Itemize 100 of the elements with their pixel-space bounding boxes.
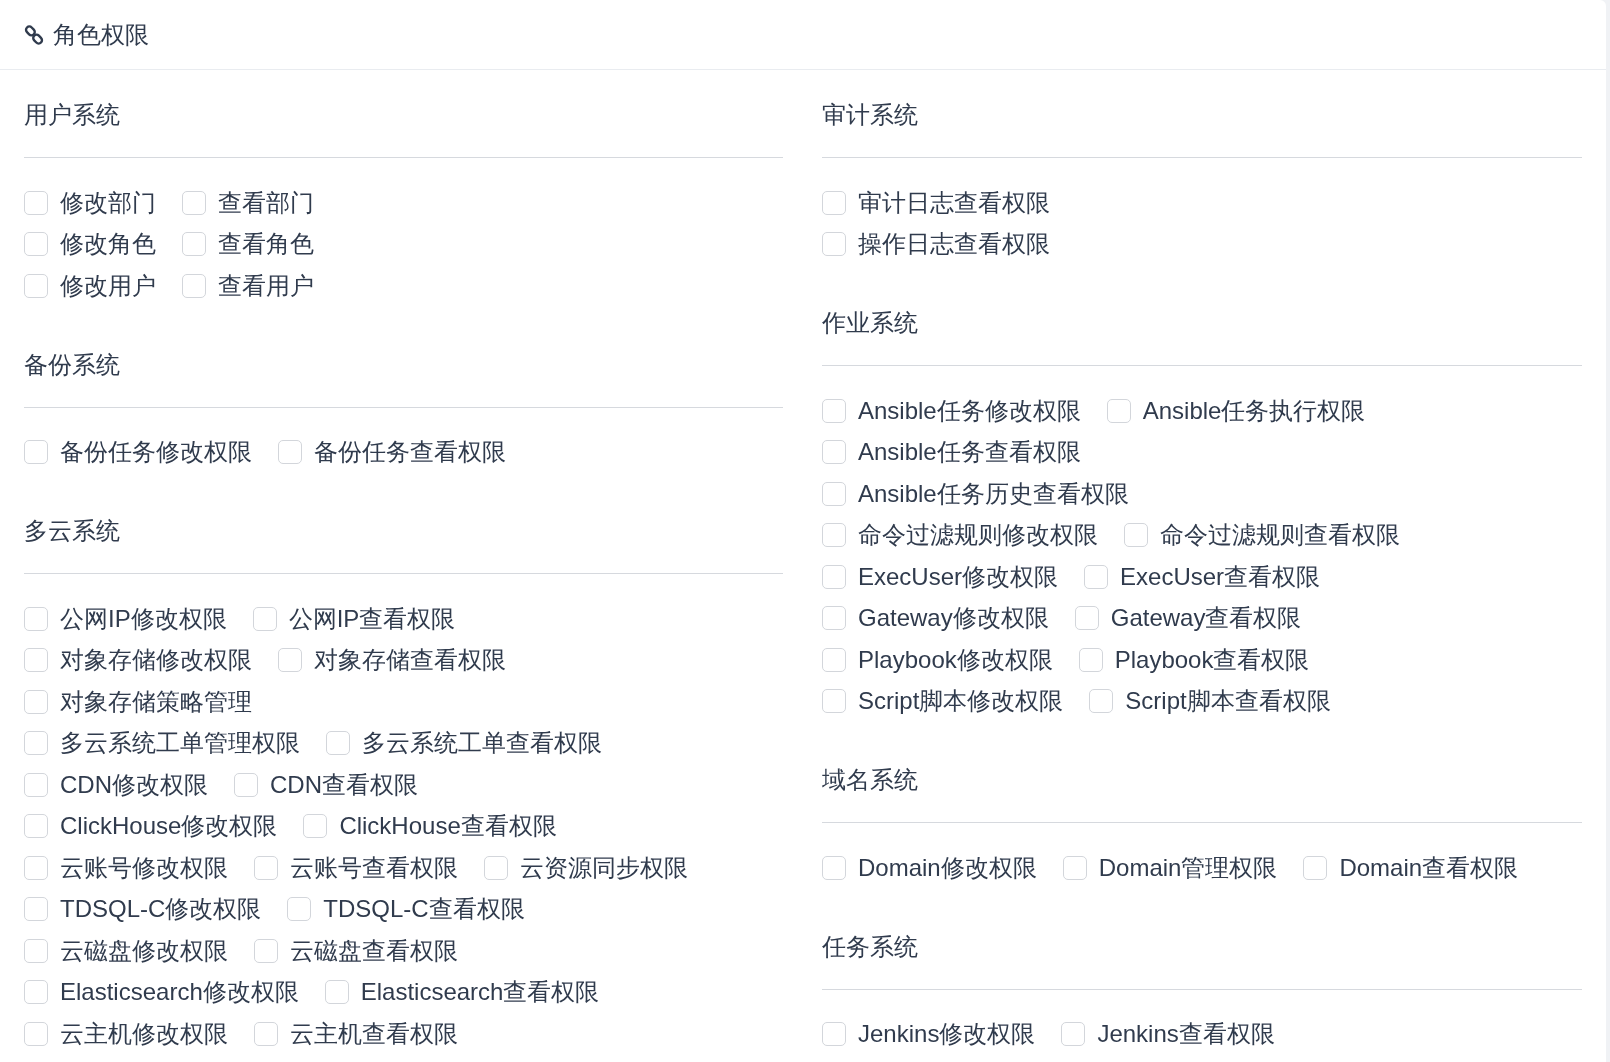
checkbox[interactable] <box>303 814 328 839</box>
checkbox[interactable] <box>24 689 48 714</box>
checkbox[interactable] <box>1062 855 1087 880</box>
permission-label[interactable]: Elasticsearch修改权限 <box>60 976 299 1009</box>
checkbox[interactable] <box>822 564 846 589</box>
permission-label[interactable]: 修改用户 <box>60 269 156 302</box>
permission-label[interactable]: 云账号修改权限 <box>60 851 228 884</box>
permission-label[interactable]: Ansible任务修改权限 <box>858 394 1081 427</box>
permission-label[interactable]: 云主机查看权限 <box>290 1017 458 1050</box>
permission-label[interactable]: 命令过滤规则修改权限 <box>858 519 1098 552</box>
permission-label[interactable]: ClickHouse修改权限 <box>60 810 278 843</box>
checkbox[interactable] <box>24 772 48 797</box>
checkbox[interactable] <box>278 440 302 465</box>
checkbox[interactable] <box>234 772 258 797</box>
permission-label[interactable]: 云资源同步权限 <box>520 851 688 884</box>
permission-label[interactable]: Ansible任务历史查看权限 <box>858 477 1129 510</box>
checkbox[interactable] <box>1078 647 1103 672</box>
permission-label[interactable]: 对象存储策略管理 <box>60 685 252 718</box>
checkbox[interactable] <box>1124 523 1148 548</box>
checkbox[interactable] <box>182 232 206 257</box>
permission-label[interactable]: 审计日志查看权限 <box>858 186 1050 219</box>
checkbox[interactable] <box>822 398 846 423</box>
permission-label[interactable]: Elasticsearch查看权限 <box>360 976 600 1009</box>
checkbox[interactable] <box>182 273 206 298</box>
checkbox[interactable] <box>24 606 48 631</box>
permission-label[interactable]: TDSQL-C查看权限 <box>323 893 525 926</box>
checkbox[interactable] <box>24 938 48 963</box>
checkbox[interactable] <box>1061 1022 1086 1047</box>
permission-label[interactable]: Playbook修改权限 <box>858 643 1053 676</box>
permission-label[interactable]: TDSQL-C修改权限 <box>60 893 262 926</box>
permission-label[interactable]: 云主机修改权限 <box>60 1017 228 1050</box>
checkbox[interactable] <box>1303 855 1328 880</box>
checkbox[interactable] <box>254 1021 278 1046</box>
permission-label[interactable]: 对象存储修改权限 <box>60 644 252 677</box>
checkbox[interactable] <box>1084 564 1109 589</box>
permission-label[interactable]: 多云系统工单查看权限 <box>362 727 602 760</box>
checkbox[interactable] <box>24 731 48 756</box>
permission-label[interactable]: Script脚本查看权限 <box>1125 685 1331 718</box>
permission-label[interactable]: 命令过滤规则查看权限 <box>1160 519 1400 552</box>
checkbox[interactable] <box>24 855 48 880</box>
checkbox[interactable] <box>254 938 278 963</box>
permission-label[interactable]: ClickHouse查看权限 <box>339 810 557 843</box>
permission-label[interactable]: Ansible任务查看权限 <box>858 436 1081 469</box>
permission-label[interactable]: Gateway查看权限 <box>1110 602 1302 635</box>
checkbox[interactable] <box>1106 398 1131 423</box>
permission-label[interactable]: 云账号查看权限 <box>290 851 458 884</box>
checkbox[interactable] <box>326 731 350 756</box>
permission-label[interactable]: 查看用户 <box>218 269 314 302</box>
checkbox[interactable] <box>24 440 48 465</box>
permission-label[interactable]: CDN修改权限 <box>60 768 208 801</box>
checkbox[interactable] <box>24 1021 48 1046</box>
checkbox[interactable] <box>822 523 846 548</box>
checkbox[interactable] <box>278 648 302 673</box>
permission-label[interactable]: 云磁盘修改权限 <box>60 934 228 967</box>
permission-label[interactable]: ExecUser查看权限 <box>1120 560 1321 593</box>
permission-label[interactable]: ExecUser修改权限 <box>858 560 1059 593</box>
permission-label[interactable]: Domain修改权限 <box>858 851 1037 884</box>
permission-label[interactable]: 公网IP修改权限 <box>60 602 227 635</box>
permission-label[interactable]: 云磁盘查看权限 <box>290 934 458 967</box>
checkbox[interactable] <box>822 481 846 506</box>
checkbox[interactable] <box>822 647 846 672</box>
permission-label[interactable]: 备份任务查看权限 <box>314 436 506 469</box>
permission-label[interactable]: 对象存储查看权限 <box>314 644 506 677</box>
checkbox[interactable] <box>24 232 48 257</box>
permission-label[interactable]: 查看部门 <box>218 186 314 219</box>
checkbox[interactable] <box>822 689 846 714</box>
checkbox[interactable] <box>254 855 278 880</box>
checkbox[interactable] <box>822 232 846 257</box>
permission-label[interactable]: 备份任务修改权限 <box>60 436 252 469</box>
checkbox[interactable] <box>24 648 48 673</box>
permission-label[interactable]: 操作日志查看权限 <box>858 228 1050 261</box>
permission-label[interactable]: Playbook查看权限 <box>1114 643 1310 676</box>
permission-label[interactable]: Script脚本修改权限 <box>858 685 1064 718</box>
checkbox[interactable] <box>287 897 312 922</box>
checkbox[interactable] <box>484 855 508 880</box>
checkbox[interactable] <box>24 190 48 215</box>
permission-label[interactable]: 修改角色 <box>60 228 156 261</box>
checkbox[interactable] <box>822 1022 846 1047</box>
checkbox[interactable] <box>182 190 206 215</box>
permission-label[interactable]: 多云系统工单管理权限 <box>60 727 300 760</box>
permission-label[interactable]: Ansible任务执行权限 <box>1142 394 1366 427</box>
permission-label[interactable]: Domain查看权限 <box>1339 851 1519 884</box>
permission-label[interactable]: CDN查看权限 <box>270 768 418 801</box>
checkbox[interactable] <box>1089 689 1114 714</box>
checkbox[interactable] <box>822 855 846 880</box>
checkbox[interactable] <box>24 273 48 298</box>
checkbox[interactable] <box>822 440 846 465</box>
permission-label[interactable]: 修改部门 <box>60 186 156 219</box>
checkbox[interactable] <box>822 606 846 631</box>
checkbox[interactable] <box>24 897 48 922</box>
permission-label[interactable]: Jenkins查看权限 <box>1097 1018 1275 1051</box>
permission-label[interactable]: Jenkins修改权限 <box>858 1018 1036 1051</box>
permission-label[interactable]: Domain管理权限 <box>1098 851 1278 884</box>
checkbox[interactable] <box>1074 606 1099 631</box>
permission-label[interactable]: Gateway修改权限 <box>858 602 1049 635</box>
checkbox[interactable] <box>252 606 277 631</box>
permission-label[interactable]: 公网IP查看权限 <box>288 602 456 635</box>
permission-label[interactable]: 查看角色 <box>218 228 314 261</box>
checkbox[interactable] <box>822 190 846 215</box>
checkbox[interactable] <box>324 980 349 1005</box>
